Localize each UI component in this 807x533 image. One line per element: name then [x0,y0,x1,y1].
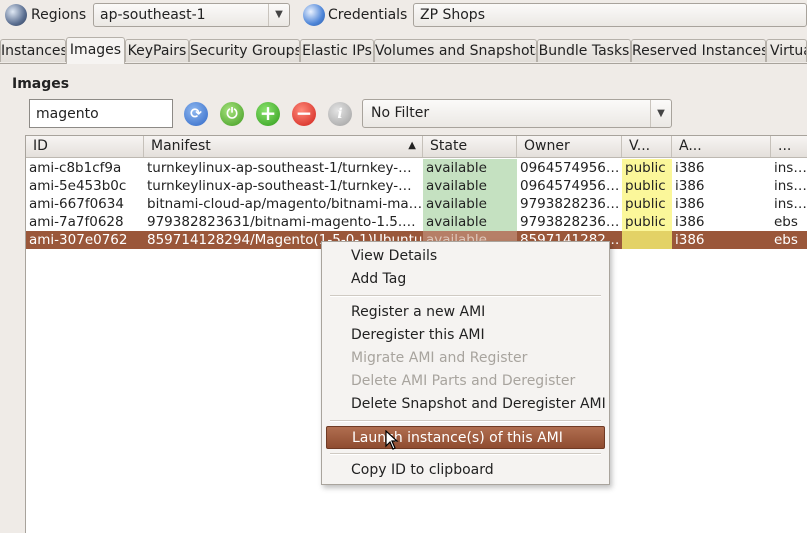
ec2-console-window: Regions ap-southeast-1 ▼ Credentials ZP … [0,0,807,533]
table-row[interactable]: ami-7a7f0628 979382823631/bitnami-magent… [26,213,807,231]
region-select-value: ap-southeast-1 [100,7,206,23]
region-select[interactable]: ap-southeast-1 ▼ [93,3,290,27]
cell-id: ami-7a7f0628 [29,214,124,230]
tab-reserved-instances[interactable]: Reserved Instances [631,39,766,62]
tab-bundle-tasks[interactable]: Bundle Tasks [537,39,631,62]
menu-separator [330,420,601,422]
tab-security-groups[interactable]: Security Groups [189,39,300,62]
menu-separator [330,295,601,297]
menu-item-delete-ami-parts: Delete AMI Parts and Deregister [351,373,576,389]
credentials-select-value: ZP Shops [420,7,485,23]
menu-item-delete-snapshot-deregister[interactable]: Delete Snapshot and Deregister AMI [326,393,606,416]
column-header-id[interactable]: ID [26,136,144,157]
column-header-architecture[interactable]: A... [672,136,771,157]
tab-elastic-ips[interactable]: Elastic IPs [300,39,374,62]
cell-architecture: i386 [675,196,705,212]
remove-icon[interactable]: − [292,102,316,126]
menu-item-deregister-ami[interactable]: Deregister this AMI [326,324,605,347]
cell-id: ami-5e453b0c [29,178,127,194]
column-header-state[interactable]: State [423,136,517,157]
mouse-pointer-icon [385,430,399,450]
cell-state: available [423,159,517,177]
regions-label: Regions [31,7,87,23]
credentials-select[interactable]: ZP Shops [413,3,807,27]
cell-state: available [423,195,517,213]
menu-item-migrate-ami: Migrate AMI and Register [351,350,528,366]
tab-keypairs[interactable]: KeyPairs [125,39,189,62]
refresh-icon[interactable]: ⟳ [184,102,208,126]
cell-owner: 096457495696 [520,178,622,194]
cell-root-device: ebs [774,214,798,230]
cell-owner: 979382823631 [520,214,622,230]
tab-instances[interactable]: Instances [0,39,66,62]
menu-separator [330,453,601,455]
tab-volumes-and-snapshots[interactable]: Volumes and Snapshots [374,39,537,62]
column-header-owner[interactable]: Owner [517,136,622,157]
context-menu: View Details Add Tag Register a new AMI … [321,241,610,485]
chevron-down-icon: ▼ [268,4,289,26]
menu-item-register-new-ami[interactable]: Register a new AMI [326,301,605,324]
tab-images[interactable]: Images [66,37,125,64]
cell-architecture: i386 [675,160,705,176]
filter-select[interactable]: No Filter ▼ [362,99,672,128]
menu-item-add-tag[interactable]: Add Tag [326,268,605,291]
cell-manifest: bitnami-cloud-ap/magento/bitnami-magento… [147,196,423,212]
cell-root-device: instance-store [774,196,807,212]
cell-state: available [423,177,517,195]
cell-owner: 979382823631 [520,196,622,212]
cell-manifest: turnkeylinux-ap-southeast-1/turnkey-mage… [147,178,423,194]
cell-id: ami-c8b1cf9a [29,160,122,176]
sort-ascending-icon: ▲ [408,140,416,151]
chevron-down-icon: ▼ [650,100,671,127]
filter-select-value: No Filter [371,105,430,121]
menu-item-copy-id[interactable]: Copy ID to clipboard [326,459,605,482]
cell-id: ami-667f0634 [29,196,124,212]
cell-owner: 096457495696 [520,160,622,176]
tab-virtual[interactable]: Virtua [766,39,807,62]
cell-visibility: public [622,231,672,249]
menu-item-launch-instances[interactable]: Launch instance(s) of this AMI [326,426,605,449]
credentials-users-icon [303,4,325,26]
menu-item-view-details[interactable]: View Details [326,245,605,268]
column-header-root-device[interactable]: ... [771,136,807,157]
main-tabs: Instances Images KeyPairs Security Group… [0,37,807,64]
credentials-label: Credentials [328,7,408,23]
cell-root-device: ebs [774,232,798,248]
top-bar: Regions ap-southeast-1 ▼ Credentials ZP … [0,0,807,32]
cell-id: ami-307e0762 [29,232,128,248]
power-icon[interactable]: ⏻ [220,102,244,126]
cell-state: available [423,213,517,231]
table-row[interactable]: ami-c8b1cf9a turnkeylinux-ap-southeast-1… [26,159,807,177]
info-icon[interactable]: i [328,102,352,126]
search-input[interactable] [29,99,173,128]
add-icon[interactable]: + [256,102,280,126]
table-row[interactable]: ami-5e453b0c turnkeylinux-ap-southeast-1… [26,177,807,195]
cell-manifest: 979382823631/bitnami-magento-1.5.0.1-0-l… [147,214,423,230]
cell-visibility: public [622,159,672,177]
cell-visibility: public [622,177,672,195]
cell-root-device: instance-store [774,160,807,176]
cell-architecture: i386 [675,178,705,194]
table-row[interactable]: ami-667f0634 bitnami-cloud-ap/magento/bi… [26,195,807,213]
cell-architecture: i386 [675,214,705,230]
column-header-manifest[interactable]: Manifest ▲ [144,136,423,157]
table-header: ID Manifest ▲ State Owner V... A... ... [26,136,807,158]
cell-manifest: turnkeylinux-ap-southeast-1/turnkey-mage… [147,160,423,176]
cell-visibility: public [622,195,672,213]
section-title-images: Images [12,76,70,92]
cell-visibility: public [622,213,672,231]
regions-globe-icon [5,4,27,26]
cell-architecture: i386 [675,232,705,248]
column-header-visibility[interactable]: V... [622,136,672,157]
cell-root-device: instance-store [774,178,807,194]
